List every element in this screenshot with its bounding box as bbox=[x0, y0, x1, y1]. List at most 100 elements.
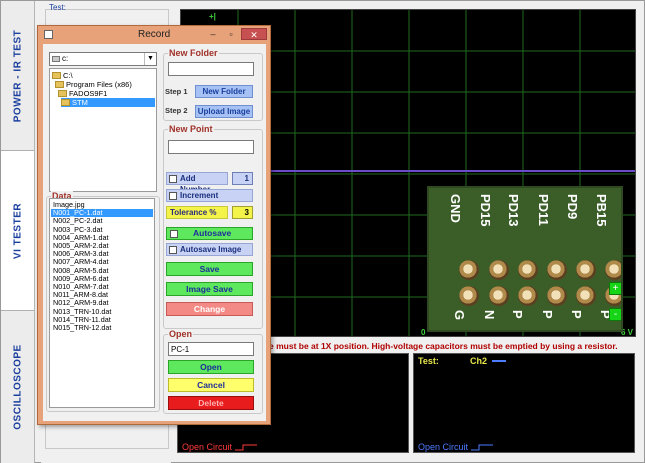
tolerance-input[interactable]: 3 bbox=[232, 206, 253, 219]
channel-1-status-text: Open Circuit bbox=[182, 442, 233, 452]
autosave-checkbox[interactable]: Autosave bbox=[166, 227, 253, 240]
checkbox-box bbox=[169, 192, 177, 200]
close-button[interactable]: ✕ bbox=[241, 28, 267, 40]
header-pin[interactable] bbox=[459, 260, 479, 280]
app-window: POWER - IR TEST VI TESTER OSCILLOSCOPE T… bbox=[0, 0, 645, 463]
folder-icon bbox=[58, 90, 67, 97]
step1-label: Step 1 bbox=[165, 87, 188, 96]
new-point-input[interactable] bbox=[168, 140, 254, 154]
image-save-button[interactable]: Image Save bbox=[166, 282, 253, 296]
pin-label: P bbox=[569, 310, 584, 319]
channel-2-status: Open Circuit bbox=[418, 442, 493, 452]
header-pin[interactable] bbox=[576, 260, 596, 280]
tree-item-label: Program Files (x86) bbox=[66, 80, 132, 89]
record-dialog: Record – ▫ ✕ c: ▼ C:\ Program Files (x86… bbox=[37, 25, 271, 425]
autosave-image-label: Autosave Image bbox=[180, 245, 242, 254]
channel-2-status-text: Open Circuit bbox=[418, 442, 469, 452]
pin-label: PD15 bbox=[478, 194, 493, 227]
drive-value: c: bbox=[62, 54, 69, 63]
header-pin[interactable] bbox=[547, 260, 567, 280]
header-pin[interactable] bbox=[518, 286, 538, 306]
dialog-body: c: ▼ C:\ Program Files (x86) FADOS9F1 ST… bbox=[43, 44, 266, 421]
chevron-down-icon[interactable]: ▼ bbox=[144, 53, 156, 65]
header-pin[interactable] bbox=[605, 260, 621, 280]
tab-label: OSCILLOSCOPE bbox=[12, 344, 23, 430]
upload-image-button[interactable]: Upload Image bbox=[195, 105, 253, 118]
zoom-in-button[interactable]: + bbox=[609, 282, 621, 295]
board-photo[interactable]: GND PD15 PD13 PD11 PD9 PB15 G N P P P P … bbox=[427, 186, 623, 332]
channel-2-color-swatch bbox=[492, 360, 506, 362]
drive-icon bbox=[52, 56, 60, 62]
checkbox-box bbox=[169, 246, 177, 254]
folder-icon bbox=[55, 81, 64, 88]
header-pin[interactable] bbox=[489, 286, 509, 306]
pin-label: PD9 bbox=[565, 194, 580, 220]
dialog-titlebar[interactable]: Record – ▫ ✕ bbox=[38, 26, 270, 44]
file-list-item[interactable]: N015_TRN-12.dat bbox=[51, 323, 153, 332]
tolerance-label: Tolerance % bbox=[166, 206, 228, 219]
pin-label: P bbox=[540, 310, 555, 319]
new-folder-title: New Folder bbox=[168, 48, 219, 58]
checkbox-box bbox=[169, 175, 177, 183]
change-button[interactable]: Change bbox=[166, 302, 253, 316]
scope-marker-label: +| bbox=[209, 12, 216, 21]
tree-item-label: STM bbox=[72, 98, 88, 107]
checkbox-box bbox=[170, 230, 178, 238]
maximize-button[interactable]: ▫ bbox=[224, 28, 238, 40]
minimize-button[interactable]: – bbox=[206, 28, 220, 40]
zoom-out-button[interactable]: - bbox=[609, 308, 621, 321]
header-pin[interactable] bbox=[459, 286, 479, 306]
left-tab-bar: POWER - IR TEST VI TESTER OSCILLOSCOPE bbox=[1, 1, 35, 463]
new-point-title: New Point bbox=[168, 124, 214, 134]
tree-item-selected[interactable]: STM bbox=[61, 98, 155, 107]
dialog-title: Record bbox=[138, 29, 171, 40]
header-pin[interactable] bbox=[576, 286, 596, 306]
app-icon bbox=[44, 30, 53, 39]
tree-item[interactable]: Program Files (x86) bbox=[55, 80, 132, 89]
tree-item[interactable]: C:\ bbox=[52, 71, 73, 80]
warning-message: e must be at 1X position. High-voltage c… bbox=[269, 341, 618, 351]
channel-2-test-label: Test: bbox=[418, 356, 439, 366]
tab-oscilloscope[interactable]: OSCILLOSCOPE bbox=[1, 311, 34, 463]
increment-label: Increment bbox=[180, 191, 219, 200]
pin-label: PD11 bbox=[536, 194, 551, 226]
open-group-title: Open bbox=[168, 329, 194, 339]
add-number-value[interactable]: 1 bbox=[232, 172, 253, 185]
tree-item-label: C:\ bbox=[63, 71, 73, 80]
autosave-image-checkbox[interactable]: Autosave Image bbox=[166, 243, 253, 256]
save-button[interactable]: Save bbox=[166, 262, 253, 276]
open-input[interactable]: PC-1 bbox=[168, 342, 254, 356]
pin-label: G bbox=[452, 310, 467, 321]
autosave-label: Autosave bbox=[193, 228, 232, 238]
channel-2-panel[interactable]: Test: Ch2 Open Circuit bbox=[413, 353, 635, 453]
delete-button[interactable]: Delete bbox=[168, 396, 254, 410]
drive-select[interactable]: c: ▼ bbox=[49, 52, 157, 66]
header-pin[interactable] bbox=[518, 260, 538, 280]
header-pin[interactable] bbox=[489, 260, 509, 280]
increment-checkbox[interactable]: Increment bbox=[166, 189, 253, 202]
tab-vi-tester[interactable]: VI TESTER bbox=[1, 151, 34, 311]
add-number-checkbox[interactable]: Add Number bbox=[166, 172, 228, 194]
tree-item-label: FADOS9F1 bbox=[69, 89, 108, 98]
folder-open-icon bbox=[61, 99, 70, 106]
open-circuit-icon bbox=[234, 444, 257, 451]
folder-tree[interactable]: C:\ Program Files (x86) FADOS9F1 STM bbox=[49, 68, 157, 192]
pin-label: P bbox=[510, 310, 525, 319]
test-label: Test: bbox=[49, 3, 66, 12]
scope-x-start-label: 0 bbox=[421, 328, 426, 337]
new-folder-button[interactable]: New Folder bbox=[195, 85, 253, 98]
data-file-list[interactable]: Image.jpg N001_PC-1.dat N002_PC-2.dat N003_… bbox=[49, 198, 155, 408]
cancel-button[interactable]: Cancel bbox=[168, 378, 254, 392]
tab-power-ir-test[interactable]: POWER - IR TEST bbox=[1, 1, 34, 151]
channel-2-name: Ch2 bbox=[470, 356, 488, 366]
new-folder-input[interactable] bbox=[168, 62, 254, 76]
pin-label: PD13 bbox=[506, 194, 521, 227]
folder-icon bbox=[52, 72, 61, 79]
pin-label: GND bbox=[448, 194, 463, 223]
header-pin[interactable] bbox=[547, 286, 567, 306]
open-button[interactable]: Open bbox=[168, 360, 254, 374]
tab-label: POWER - IR TEST bbox=[12, 29, 23, 122]
tree-item[interactable]: FADOS9F1 bbox=[58, 89, 107, 98]
open-circuit-icon bbox=[470, 444, 493, 451]
pin-label: N bbox=[482, 310, 497, 320]
